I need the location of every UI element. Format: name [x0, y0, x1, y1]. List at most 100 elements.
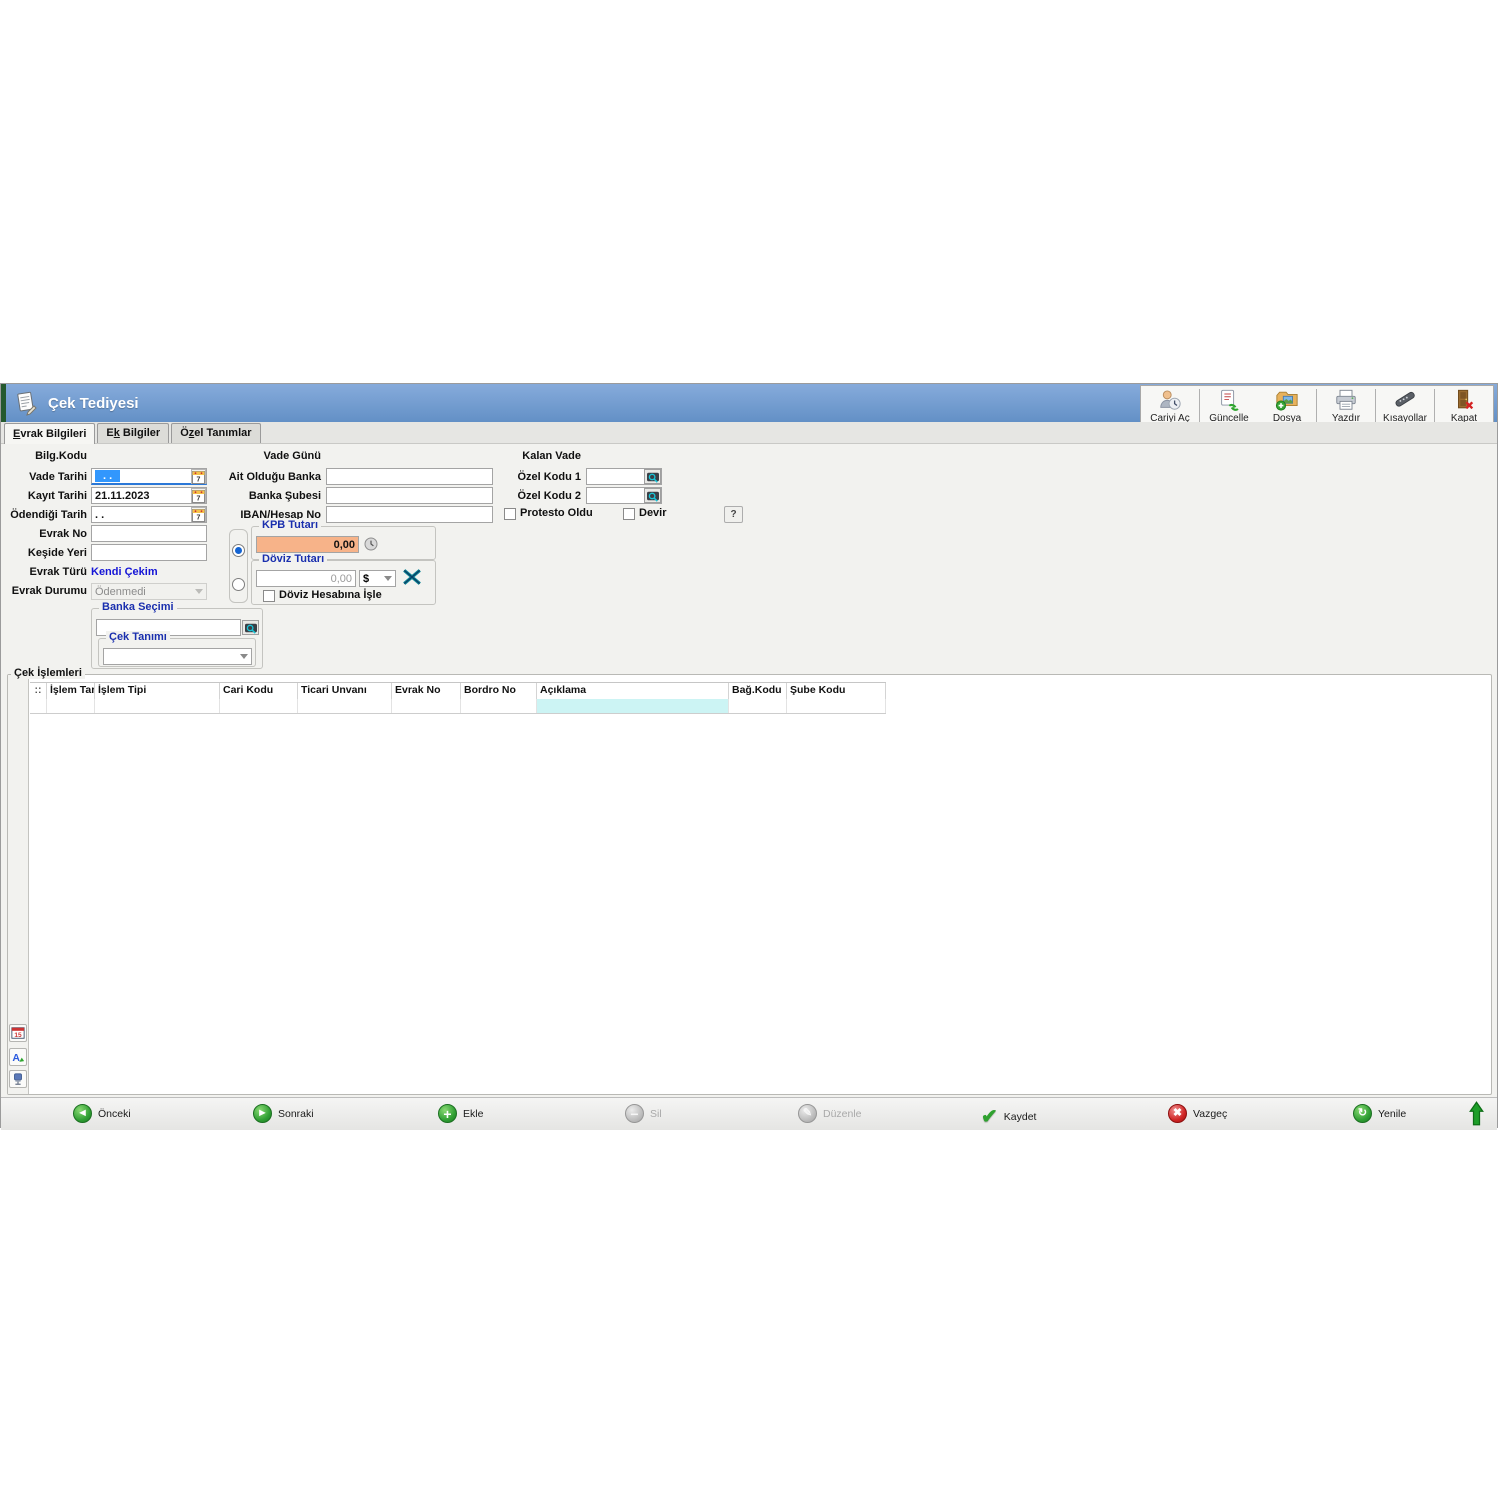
button-label: Sil	[650, 1108, 662, 1120]
guncelle-button[interactable]: Güncelle	[1200, 386, 1258, 425]
chevron-down-icon	[195, 589, 203, 594]
ozel-kodu-2-lookup-icon[interactable]	[644, 488, 661, 503]
grid-cell	[30, 699, 47, 713]
currency-value: $	[363, 573, 369, 585]
grid-cell	[47, 699, 95, 713]
grid-left-gutter: 15 A	[8, 675, 29, 1094]
grid-empty-row[interactable]	[30, 699, 886, 714]
kayit-tarihi-input[interactable]	[91, 487, 207, 504]
scroll-top-button[interactable]	[1469, 1101, 1484, 1131]
kisayollar-button[interactable]: Kısayollar	[1376, 386, 1434, 425]
keside-yeri-input[interactable]	[91, 544, 207, 561]
doviz-tutari-title: Döviz Tutarı	[259, 553, 327, 565]
main-toolbar: Cariyi Aç Güncelle	[1140, 385, 1494, 426]
ozel-kodu-1-label: Özel Kodu 1	[471, 471, 581, 483]
cariyi-ac-button[interactable]: Cariyi Aç	[1141, 386, 1199, 425]
grid-header-sube-kodu[interactable]: Şube Kodu	[787, 683, 886, 699]
close-door-icon	[1451, 388, 1477, 412]
desktop: Çek Tediyesi Cariyi Aç	[0, 0, 1500, 1500]
svg-text:7: 7	[197, 514, 201, 521]
next-button[interactable]: ► Sonraki	[253, 1104, 314, 1123]
grid-settings-icon[interactable]	[9, 1070, 27, 1088]
tab-evrak-bilgileri[interactable]: Evrak Bilgileri	[4, 423, 95, 444]
button-label: Düzenle	[823, 1108, 862, 1120]
grid-cell	[392, 699, 461, 713]
svg-text:7: 7	[197, 495, 201, 502]
button-label: Yenile	[1378, 1108, 1406, 1120]
button-label: Sonraki	[278, 1108, 314, 1120]
cek-tanimi-select[interactable]	[103, 648, 252, 665]
button-label: Önceki	[98, 1108, 131, 1120]
cek-islemleri-grid: 15 A :: İşlem Tarihi İşlem Tipi Cari Kod…	[7, 674, 1492, 1095]
evrak-turu-value: Kendi Çekim	[91, 566, 158, 578]
tab-ozel-tanimlar[interactable]: Özel Tanımlar	[171, 423, 260, 443]
refresh-button[interactable]: ↻ Yenile	[1353, 1104, 1406, 1123]
grid-header-aciklama[interactable]: Açıklama	[537, 683, 729, 699]
evrak-no-input[interactable]	[91, 525, 207, 542]
grid-header-islem-tipi[interactable]: İşlem Tipi	[95, 683, 220, 699]
currency-select[interactable]: $	[359, 570, 396, 587]
kapat-button[interactable]: Kapat	[1435, 386, 1493, 425]
vade-tarihi-field[interactable]: . .	[91, 468, 207, 485]
plus-icon: +	[438, 1104, 457, 1123]
kayit-tarihi-label: Kayıt Tarihi	[1, 490, 87, 502]
check-icon: ✔	[981, 1104, 998, 1129]
protesto-oldu-checkbox[interactable]	[504, 508, 516, 520]
vade-tarihi-label: Vade Tarihi	[1, 471, 87, 483]
yazdir-button[interactable]: Yazdır	[1317, 386, 1375, 425]
svg-text:7: 7	[197, 476, 201, 483]
iban-hesap-no-input[interactable]	[326, 506, 493, 523]
odendigi-tarih-calendar-icon[interactable]: 7	[191, 507, 206, 522]
help-button[interactable]: ?	[724, 506, 743, 523]
tab-ek-bilgiler[interactable]: Ek Bilgiler	[97, 423, 169, 443]
ozel-kodu-2-label: Özel Kodu 2	[471, 490, 581, 502]
save-button[interactable]: ✔ Kaydet	[981, 1104, 1036, 1129]
kalan-vade-label: Kalan Vade	[471, 450, 581, 462]
arrow-right-icon: ►	[253, 1104, 272, 1123]
pencil-icon: ✎	[798, 1104, 817, 1123]
svg-text:15: 15	[14, 1032, 22, 1039]
grid-header-cari-kodu[interactable]: Cari Kodu	[220, 683, 298, 699]
kpb-tutari-title: KPB Tutarı	[259, 519, 321, 531]
banka-subesi-label: Banka Şubesi	[206, 490, 321, 502]
button-label: Ekle	[463, 1108, 483, 1120]
grid-header-bag-kodu[interactable]: Bağ.Kodu	[729, 683, 787, 699]
amount-radio-group	[229, 529, 248, 603]
grid-cell	[298, 699, 392, 713]
calendar-filter-icon[interactable]: 15	[9, 1024, 27, 1042]
grid-header-evrak-no[interactable]: Evrak No	[392, 683, 461, 699]
vade-tarihi-value: . .	[95, 470, 120, 482]
kayit-tarihi-calendar-icon[interactable]: 7	[191, 488, 206, 503]
cancel-button[interactable]: ✖ Vazgeç	[1168, 1104, 1227, 1123]
dosya-button[interactable]: Dosya	[1258, 386, 1316, 425]
doviz-hesabina-isle-checkbox[interactable]	[263, 590, 275, 602]
cek-tanimi-title: Çek Tanımı	[106, 631, 170, 643]
ait-oldugu-banka-input[interactable]	[326, 468, 493, 485]
evrak-durumu-value: Ödenmedi	[95, 586, 146, 598]
evrak-durumu-select: Ödenmedi	[91, 583, 207, 600]
grid-header-islem-tarihi[interactable]: İşlem Tarihi	[47, 683, 95, 699]
protesto-oldu-label: Protesto Oldu	[520, 507, 593, 519]
banka-subesi-input[interactable]	[326, 487, 493, 504]
exchange-rate-icon[interactable]	[402, 568, 422, 586]
kpb-tutari-input[interactable]	[256, 536, 359, 553]
banka-secimi-lookup-icon[interactable]	[242, 620, 259, 635]
odendigi-tarih-input[interactable]	[91, 506, 207, 523]
kpb-amount-radio[interactable]	[232, 544, 245, 557]
vade-tarihi-calendar-icon[interactable]: 7	[191, 469, 206, 484]
doviz-tutari-input[interactable]	[256, 570, 356, 587]
grid-cell-aciklama-highlight	[537, 699, 729, 713]
evrak-durumu-label: Evrak Durumu	[1, 585, 87, 597]
font-sort-icon[interactable]: A	[9, 1048, 27, 1066]
grid-header-ticari-unvani[interactable]: Ticari Unvanı	[298, 683, 392, 699]
add-button[interactable]: + Ekle	[438, 1104, 483, 1123]
ait-oldugu-banka-label: Ait Olduğu Banka	[206, 471, 321, 483]
button-label: Vazgeç	[1193, 1108, 1227, 1120]
refresh-document-icon	[1216, 388, 1242, 412]
grid-cell	[95, 699, 220, 713]
previous-button[interactable]: ◄ Önceki	[73, 1104, 131, 1123]
grid-header-bordro-no[interactable]: Bordro No	[461, 683, 537, 699]
devir-checkbox[interactable]	[623, 508, 635, 520]
doviz-amount-radio[interactable]	[232, 578, 245, 591]
ozel-kodu-1-lookup-icon[interactable]	[644, 469, 661, 484]
